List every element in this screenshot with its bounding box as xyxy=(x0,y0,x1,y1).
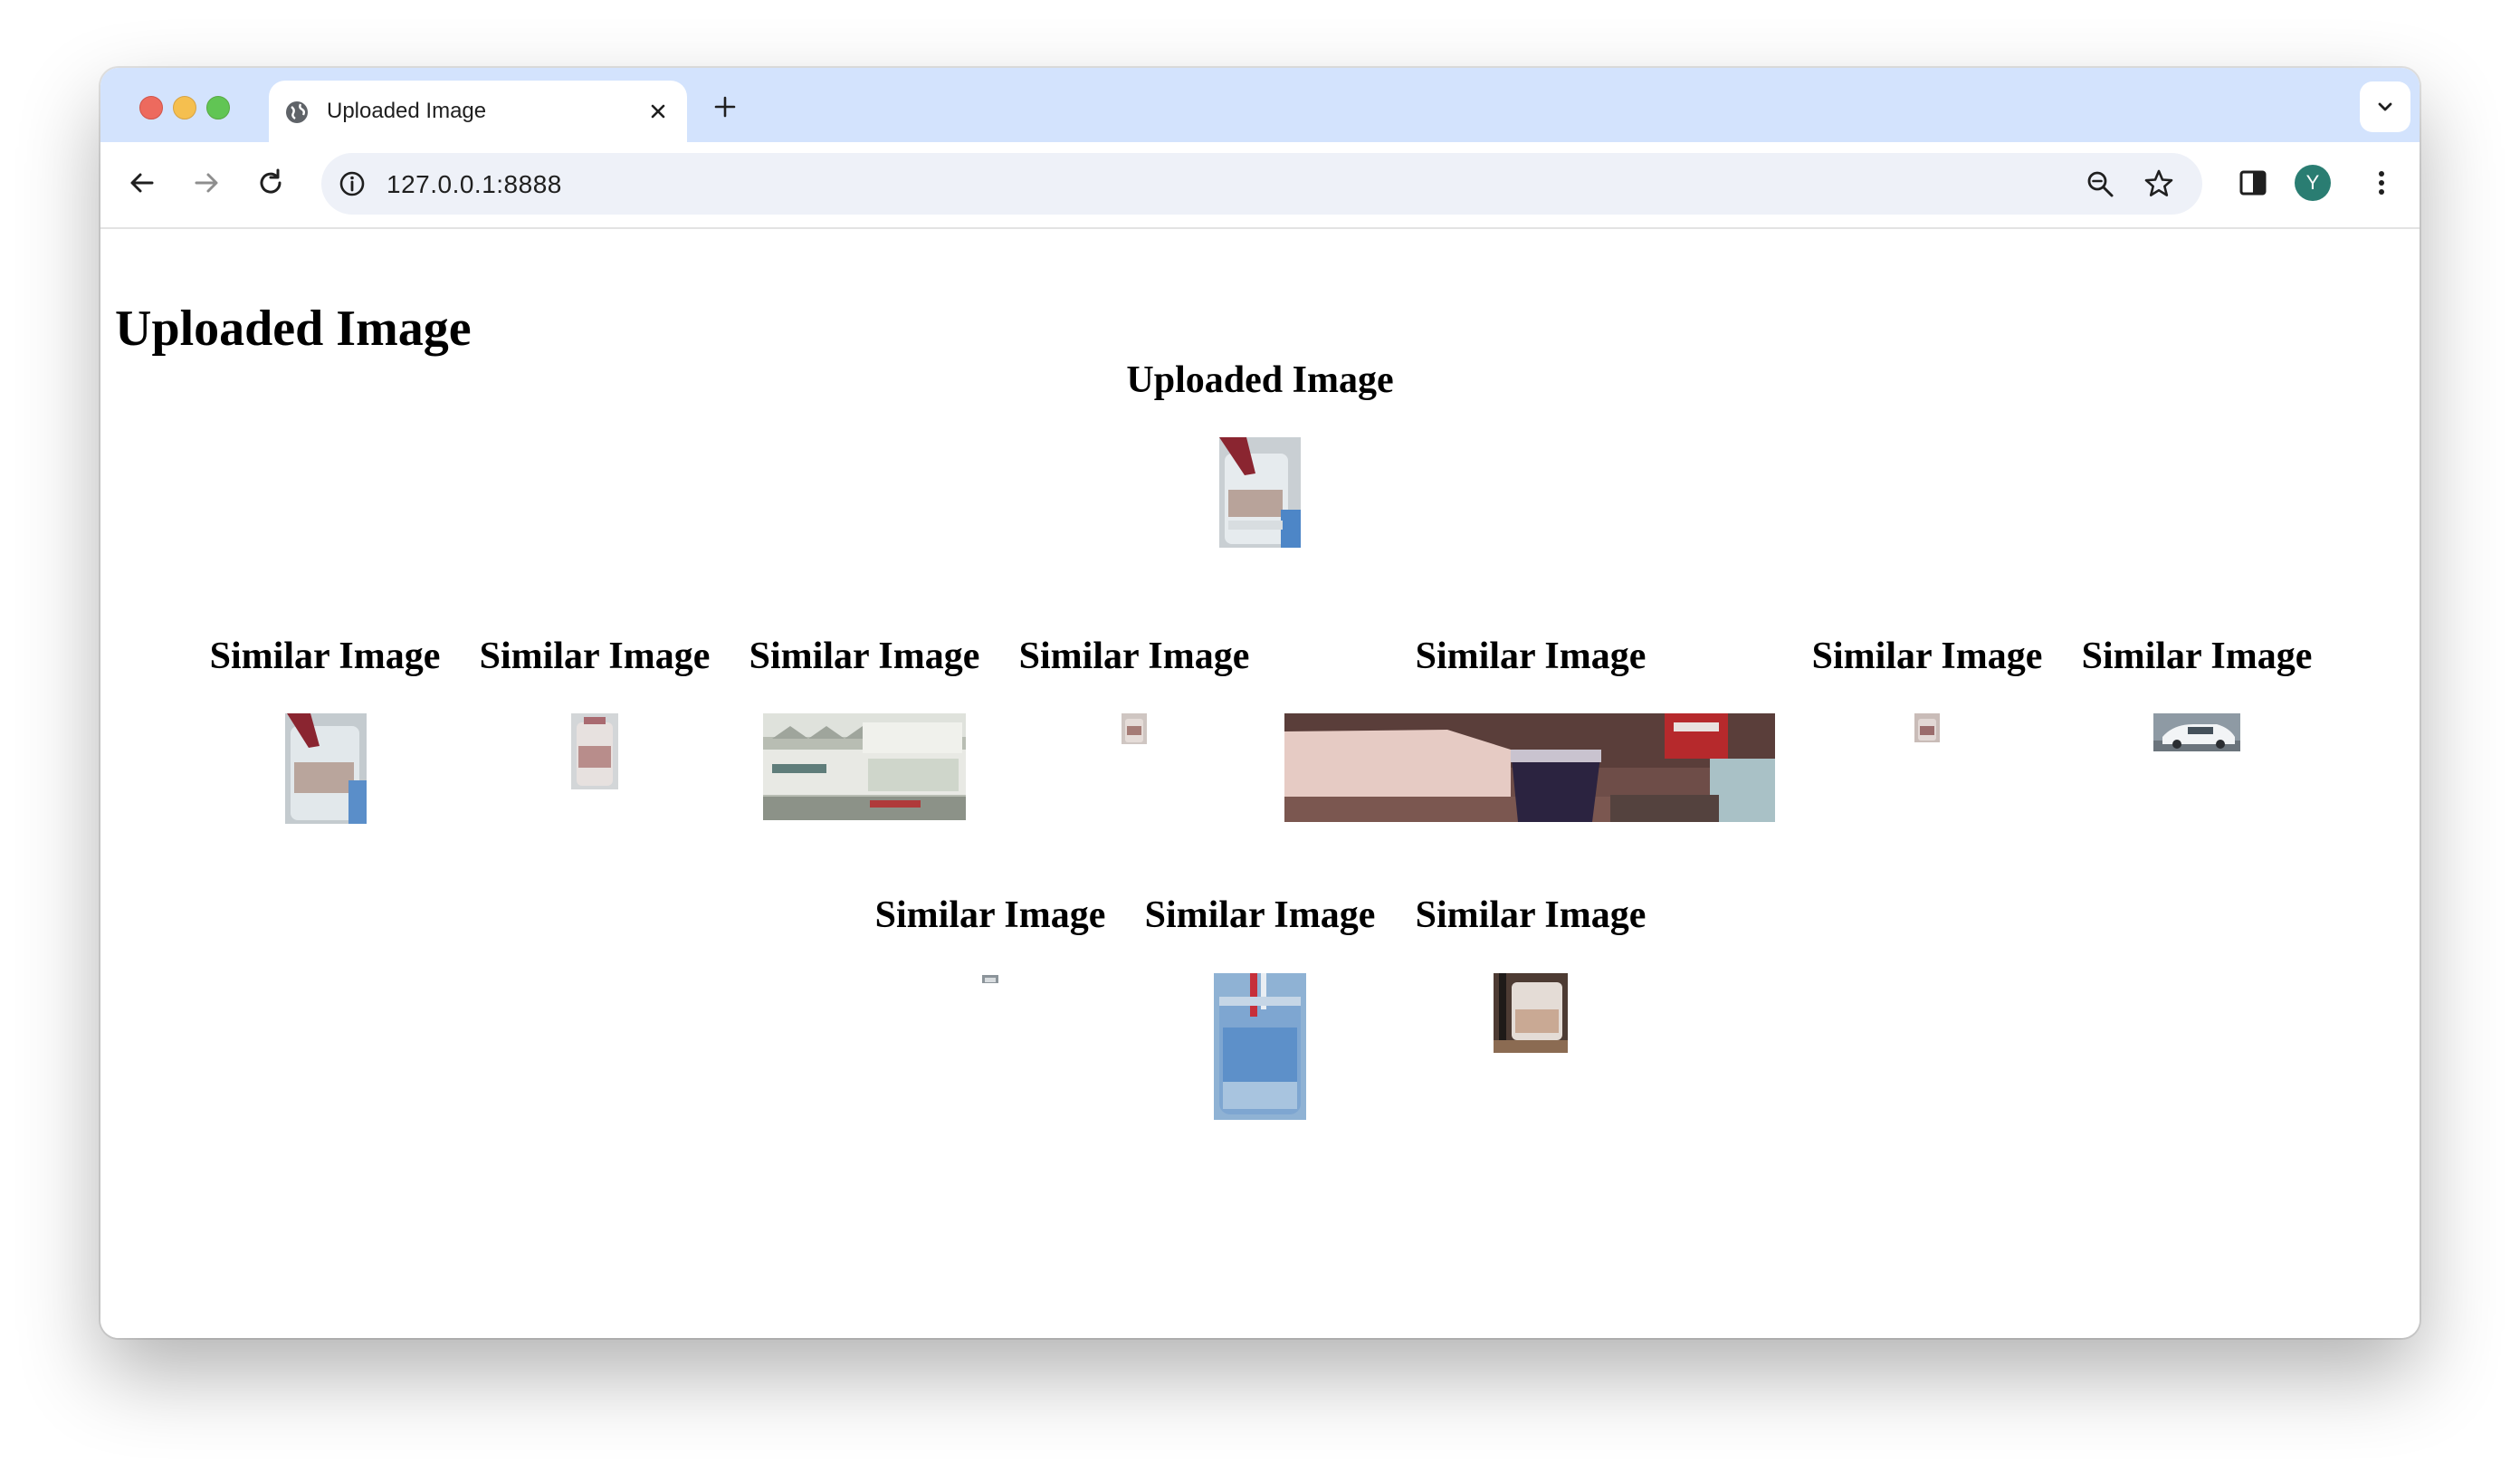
page-content: Uploaded Image Uploaded Image Similar Im… xyxy=(100,229,2420,1338)
similar-image xyxy=(1122,713,1147,744)
maximize-window-button[interactable] xyxy=(206,96,230,119)
avatar[interactable]: Y xyxy=(2295,165,2331,201)
browser-toolbar: 127.0.0.1:8888 Y xyxy=(100,142,2420,229)
similar-image xyxy=(982,973,998,983)
info-icon[interactable] xyxy=(338,169,367,198)
url-text[interactable]: 127.0.0.1:8888 xyxy=(387,170,562,199)
plus-icon[interactable] xyxy=(712,94,738,119)
side-panel-icon[interactable] xyxy=(2237,167,2269,199)
similar-image xyxy=(571,713,618,789)
similar-image xyxy=(2153,713,2240,751)
minimize-window-button[interactable] xyxy=(173,96,196,119)
similar-image-heading: Similar Image xyxy=(1811,636,2043,677)
forward-arrow-icon[interactable] xyxy=(190,167,223,199)
similar-image xyxy=(1214,973,1306,1120)
similar-image-heading: Similar Image xyxy=(1018,636,1250,677)
tab-title: Uploaded Image xyxy=(327,99,487,123)
star-icon[interactable] xyxy=(2143,167,2175,200)
similar-image-heading: Similar Image xyxy=(479,636,711,677)
close-icon[interactable] xyxy=(645,99,671,124)
uploaded-image-heading: Uploaded Image xyxy=(1126,359,1394,401)
similar-image-heading: Similar Image xyxy=(1415,636,1647,677)
similar-image-heading: Similar Image xyxy=(874,894,1106,936)
screenshot-stage: Uploaded Image 127.0.0.1:8888 Y Uploaded… xyxy=(0,0,2520,1472)
back-arrow-icon[interactable] xyxy=(126,167,158,199)
reload-icon[interactable] xyxy=(254,167,287,199)
similar-image xyxy=(1914,713,1940,742)
similar-image xyxy=(285,713,367,824)
similar-image-heading: Similar Image xyxy=(1144,894,1376,936)
similar-image xyxy=(1494,973,1568,1053)
similar-image-heading: Similar Image xyxy=(749,636,980,677)
address-bar[interactable]: 127.0.0.1:8888 xyxy=(321,153,2202,215)
browser-window: Uploaded Image 127.0.0.1:8888 Y Uploaded… xyxy=(100,68,2420,1338)
page-title: Uploaded Image xyxy=(115,301,472,357)
similar-image-heading: Similar Image xyxy=(1415,894,1647,936)
similar-image-heading: Similar Image xyxy=(2081,636,2313,677)
uploaded-image xyxy=(1219,437,1301,548)
close-window-button[interactable] xyxy=(139,96,163,119)
globe-icon xyxy=(286,101,308,123)
tab-uploaded-image[interactable]: Uploaded Image xyxy=(269,81,687,142)
similar-image xyxy=(763,713,966,820)
kebab-menu-icon[interactable] xyxy=(2372,167,2391,199)
zoom-icon[interactable] xyxy=(2085,168,2115,199)
tab-strip: Uploaded Image xyxy=(100,68,2420,142)
tab-search-button[interactable] xyxy=(2360,81,2410,132)
similar-image xyxy=(1284,713,1775,822)
similar-image-heading: Similar Image xyxy=(209,636,441,677)
chevron-down-icon xyxy=(2378,102,2392,111)
